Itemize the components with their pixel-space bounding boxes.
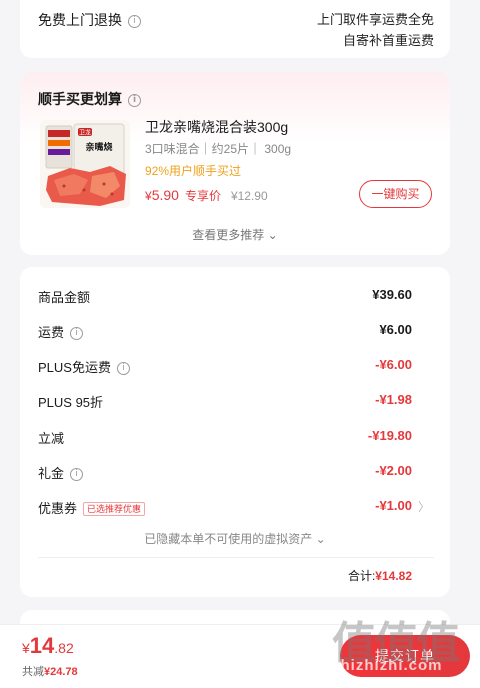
info-icon[interactable]: i: [116, 362, 130, 376]
price-symbol: ¥: [145, 189, 152, 203]
return-service-description: 上门取件享运费全免 自寄补首重运费: [317, 9, 434, 51]
snack-package-icon: 卫龙 亲嘴烧: [40, 120, 130, 208]
info-icon[interactable]: i: [128, 93, 141, 107]
summary-label: PLUS免运费 i: [38, 357, 130, 376]
summary-value: -¥19.80: [367, 428, 412, 443]
summary-row-gift-money: 礼金 i -¥2.00: [38, 463, 434, 483]
summary-row-plus-discount: PLUS 95折 -¥1.98: [38, 392, 434, 412]
summary-value: -¥2.00: [375, 463, 412, 478]
return-service-card: 免费上门退换 i 上门取件享运费全免 自寄补首重运费: [20, 0, 450, 58]
info-icon[interactable]: i: [70, 468, 84, 482]
original-price: ¥12.90: [230, 189, 268, 203]
product-price: 5.90: [151, 187, 179, 203]
checkout-bar: ¥14.82 共减¥24.78 提交订单: [0, 624, 480, 688]
product-image[interactable]: 卫龙 亲嘴烧: [40, 120, 130, 208]
summary-row-shipping: 运费 i ¥6.00: [38, 322, 434, 342]
saved-value: ¥24.78: [44, 666, 78, 678]
more-recommendations-link[interactable]: 查看更多推荐 ⌄: [20, 226, 450, 243]
return-service-text: 免费上门退换: [38, 12, 122, 28]
total-label: 合计:: [347, 569, 376, 583]
pay-amount: ¥14.82: [22, 633, 74, 659]
combo-title-text: 顺手买更划算: [38, 91, 122, 107]
saved-label: 共减: [22, 666, 44, 678]
product-spec: 3口味混合｜约25片｜ 300g: [145, 142, 292, 156]
combo-title: 顺手买更划算 i: [38, 89, 141, 109]
summary-row-instant-discount: 立减 -¥19.80: [38, 428, 434, 448]
return-desc-line1: 上门取件享运费全免: [316, 12, 434, 27]
pay-integer: 14: [29, 633, 55, 658]
summary-label: PLUS 95折: [38, 395, 104, 410]
summary-value: -¥1.98: [375, 392, 412, 407]
summary-row-plus-free-shipping: PLUS免运费 i -¥6.00: [38, 357, 434, 377]
summary-value: -¥1.00: [375, 498, 412, 513]
product-name[interactable]: 卫龙亲嘴烧混合装300g: [145, 117, 288, 137]
summary-label: 优惠券 已选推荐优惠: [38, 498, 146, 517]
summary-value: ¥39.60: [372, 287, 412, 302]
product-price-row: ¥5.90 专享价 ¥12.90: [145, 187, 268, 207]
submit-order-button[interactable]: 提交订单: [340, 635, 470, 677]
summary-label: 礼金 i: [38, 463, 84, 482]
coupon-recommended-badge: 已选推荐优惠: [83, 502, 146, 516]
total-line: 合计:¥14.82: [348, 567, 412, 584]
summary-label: 运费 i: [38, 322, 84, 341]
pay-decimal: .82: [54, 640, 74, 656]
summary-label: 商品金额: [38, 290, 91, 305]
summary-label: 立减: [38, 431, 65, 446]
price-tag: 专享价: [184, 189, 221, 203]
price-summary-card: 商品金额 ¥39.60 运费 i ¥6.00 PLUS免运费 i -¥6.00 PL…: [20, 267, 450, 597]
product-rate: 92%用户顺手买过: [145, 164, 242, 178]
return-desc-line2: 自寄补首重运费: [342, 33, 434, 48]
svg-text:卫龙: 卫龙: [79, 129, 91, 137]
total-value: ¥14.82: [375, 569, 412, 583]
combo-recommend-card: 顺手买更划算 i 卫龙 亲嘴烧 卫龙亲嘴烧混合装300g 3口味混合｜约25片｜ …: [20, 72, 450, 255]
return-service-label[interactable]: 免费上门退换 i: [38, 10, 141, 30]
svg-text:亲嘴烧: 亲嘴烧: [85, 141, 112, 153]
summary-row-goods-amount: 商品金额 ¥39.60: [38, 287, 434, 307]
info-icon[interactable]: i: [70, 327, 84, 341]
chevron-right-icon[interactable]: 〉: [418, 498, 430, 515]
summary-row-coupon[interactable]: 优惠券 已选推荐优惠 -¥1.00 〉: [38, 498, 434, 518]
pay-symbol: ¥: [22, 640, 30, 656]
hidden-assets-toggle[interactable]: 已隐藏本单不可使用的虚拟资产 ⌄: [20, 530, 450, 547]
summary-value: ¥6.00: [379, 322, 412, 337]
saved-amount: 共减¥24.78: [22, 663, 78, 679]
one-click-buy-button[interactable]: 一键购买: [359, 180, 432, 208]
divider: [38, 557, 434, 558]
summary-value: -¥6.00: [375, 357, 412, 372]
info-icon[interactable]: i: [128, 14, 141, 28]
